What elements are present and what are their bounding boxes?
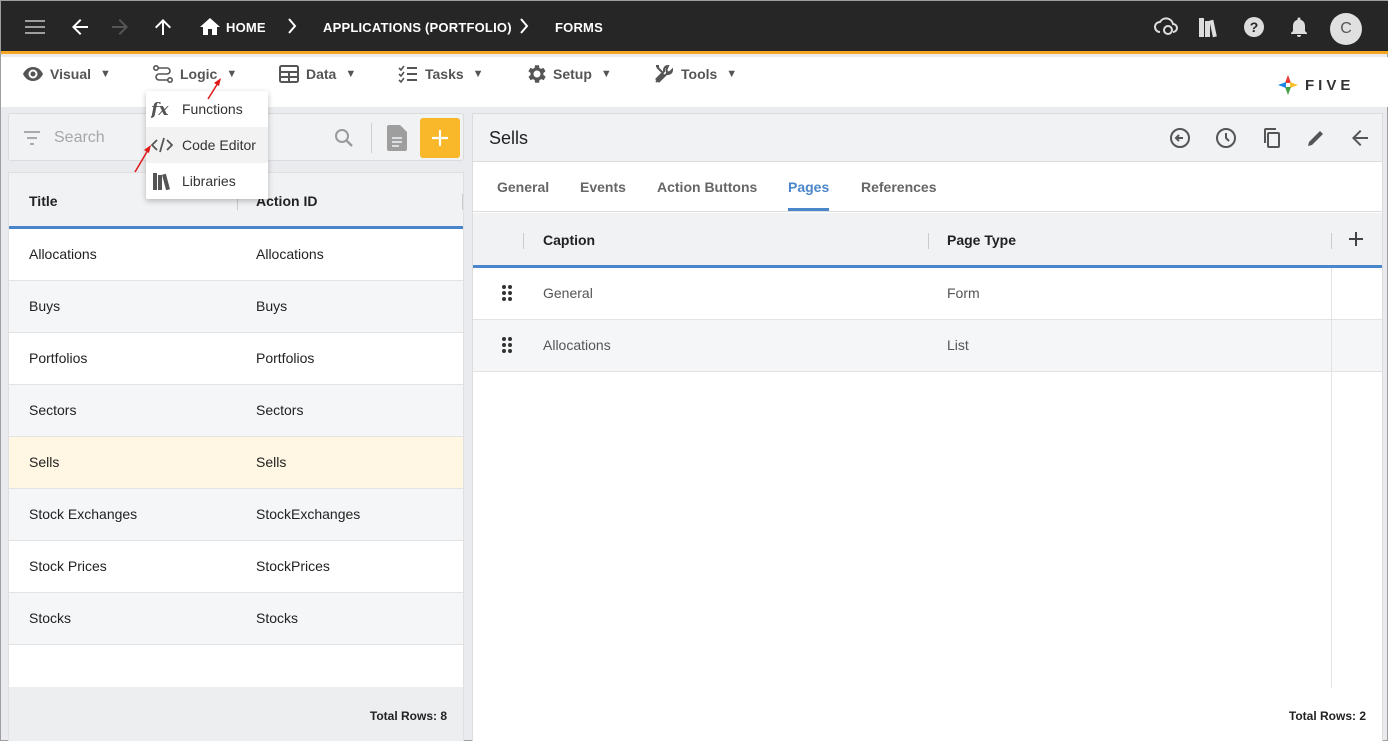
tab-general[interactable]: General: [497, 179, 549, 195]
edit-icon[interactable]: [1304, 126, 1328, 150]
tab-pages[interactable]: Pages: [788, 179, 829, 195]
column-divider: [523, 233, 524, 249]
column-divider-line: [1331, 268, 1332, 688]
annotation-arrow-logic: [207, 82, 219, 100]
drag-handle-icon[interactable]: [501, 336, 513, 354]
total-rows: Total Rows: 2: [1288, 709, 1366, 723]
form-detail-panel: Sells General Events Action Buttons Page…: [472, 113, 1383, 741]
annotation-arrowhead-code-editor: [144, 145, 151, 153]
tab-action-buttons[interactable]: Action Buttons: [657, 179, 757, 195]
cell-caption: Allocations: [543, 337, 611, 353]
tab-references[interactable]: References: [861, 179, 937, 195]
column-divider: [928, 233, 929, 249]
cell-page-type: Form: [947, 285, 980, 301]
annotation-arrowhead-logic: [214, 78, 221, 86]
column-header-caption[interactable]: Caption: [543, 232, 595, 248]
page-title: Sells: [489, 128, 529, 148]
detail-tabs: General Events Action Buttons Pages Refe…: [473, 162, 1382, 212]
cell-caption: General: [543, 285, 593, 301]
tab-events[interactable]: Events: [580, 179, 626, 195]
cell-page-type: List: [947, 337, 969, 353]
annotation-arrow-code-editor: [134, 149, 149, 173]
table-row[interactable]: Allocations List: [473, 320, 1382, 372]
column-divider: [1331, 233, 1332, 249]
clock-icon[interactable]: [1214, 126, 1238, 150]
active-tab-indicator: [788, 208, 829, 211]
detail-header: Sells: [473, 114, 1382, 162]
pages-table-header: Caption Page Type: [473, 213, 1382, 268]
copy-icon[interactable]: [1260, 126, 1284, 150]
drag-handle-icon[interactable]: [501, 284, 513, 302]
table-row[interactable]: General Form: [473, 268, 1382, 320]
add-page-icon[interactable]: [1347, 230, 1365, 248]
back-arrow-icon[interactable]: [1348, 126, 1372, 150]
history-back-icon[interactable]: [1168, 126, 1192, 150]
column-header-page-type[interactable]: Page Type: [947, 232, 1016, 248]
